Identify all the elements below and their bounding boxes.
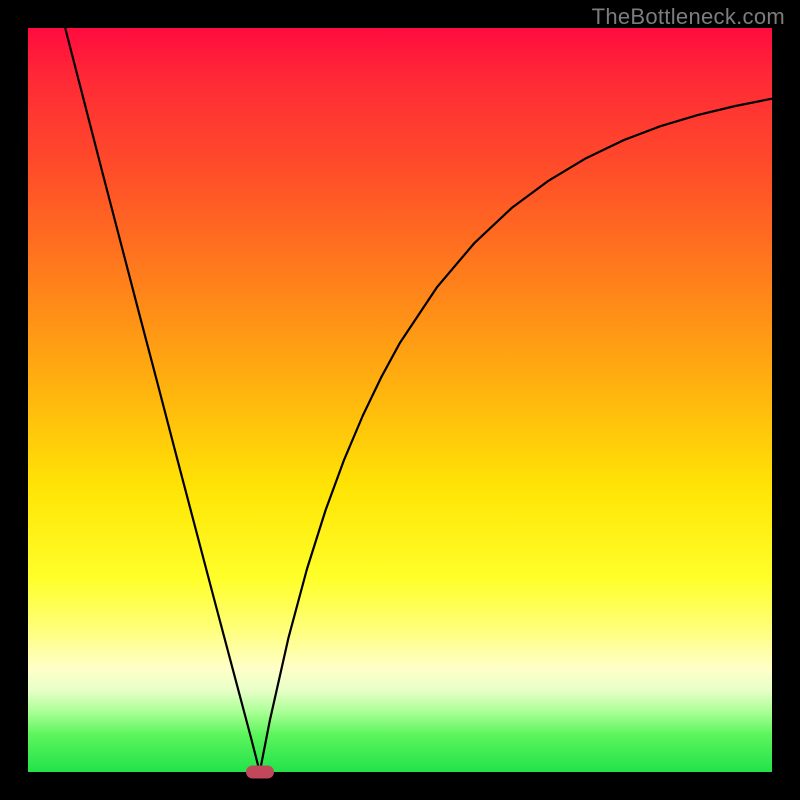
bottleneck-curve (28, 28, 772, 772)
minimum-marker (246, 766, 274, 779)
plot-area (28, 28, 772, 772)
chart-frame: TheBottleneck.com (0, 0, 800, 800)
watermark-text: TheBottleneck.com (592, 4, 785, 30)
